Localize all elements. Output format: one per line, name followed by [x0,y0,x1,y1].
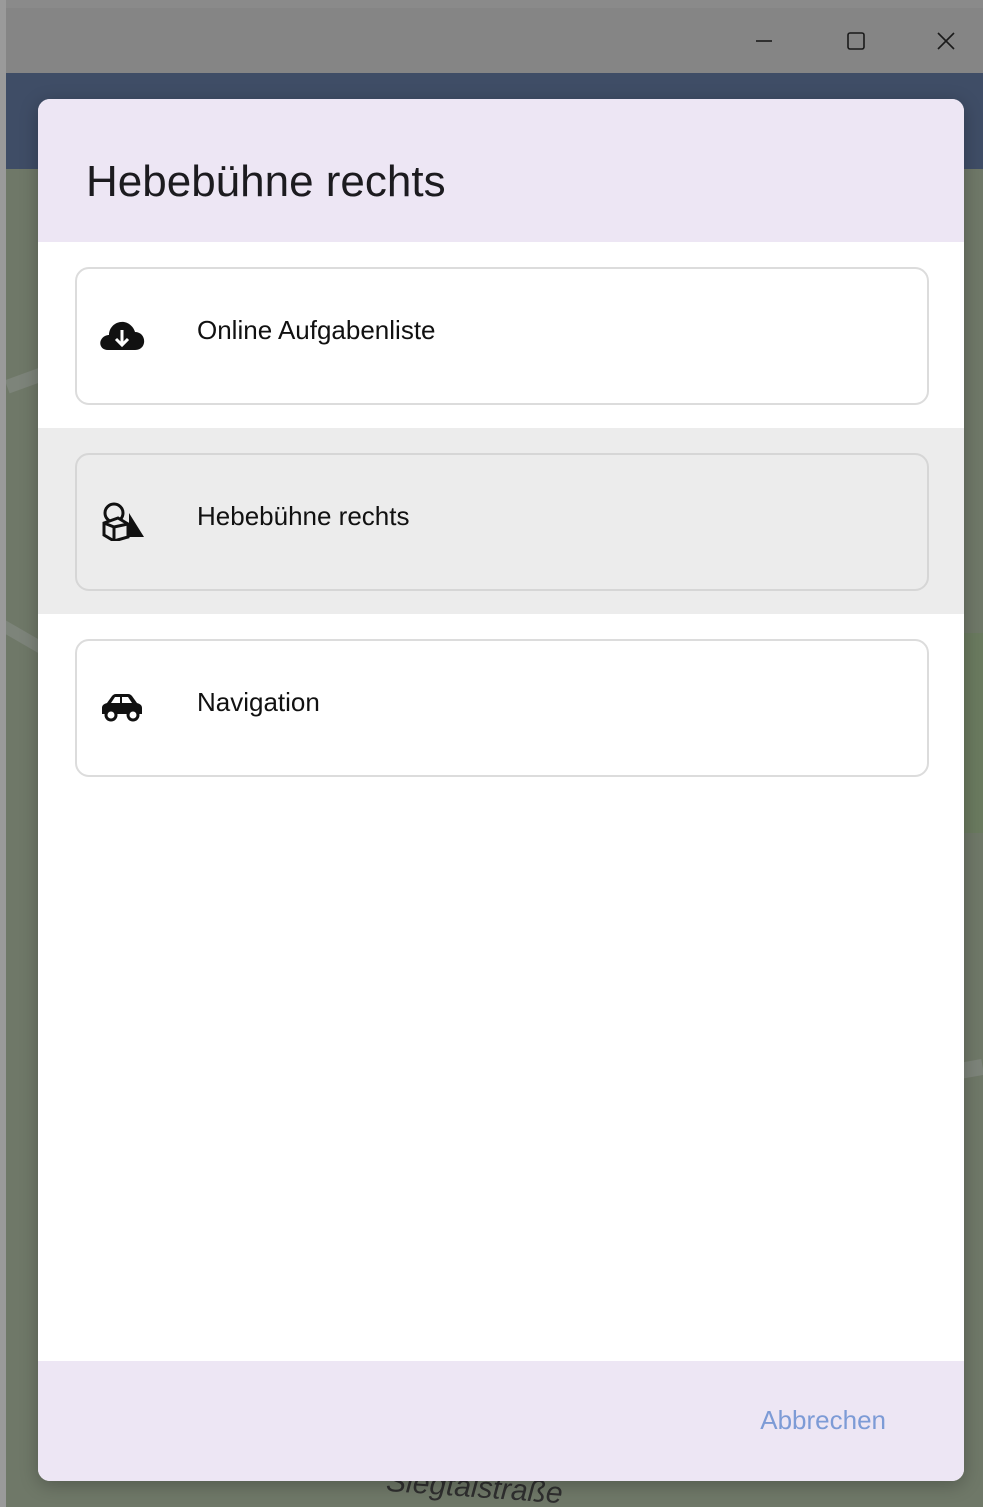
window-titlebar [6,8,983,73]
list-item-lift-right: Hebebühne rechts [38,428,964,614]
minimize-button[interactable] [719,8,809,73]
maximize-button[interactable] [811,8,901,73]
minimize-icon [756,39,772,42]
online-task-list-button[interactable]: Online Aufgabenliste [75,267,929,405]
car-icon [97,685,147,729]
maximize-icon [847,31,865,50]
dialog-header: Hebebühne rechts [38,99,964,242]
navigation-button[interactable]: Navigation [75,639,929,777]
shapes-icon [97,499,147,543]
lift-right-label: Hebebühne rechts [197,501,410,531]
lift-right-button[interactable]: Hebebühne rechts [75,453,929,591]
online-task-list-label: Online Aufgabenliste [197,315,436,345]
dialog-title: Hebebühne rechts [86,157,446,206]
cancel-button[interactable]: Abbrechen [760,1405,886,1436]
dialog-footer: Abbrechen [38,1361,964,1481]
list-item-navigation: Navigation [38,614,964,800]
action-dialog: Hebebühne rechts Online Aufgabenliste He… [38,99,964,1481]
action-list: Online Aufgabenliste Hebebühne rechts Na… [38,242,964,800]
cloud-download-icon [97,313,147,357]
navigation-label: Navigation [197,687,320,717]
close-button[interactable] [901,8,983,73]
list-item-online-task-list: Online Aufgabenliste [38,242,964,428]
close-icon [937,31,955,50]
